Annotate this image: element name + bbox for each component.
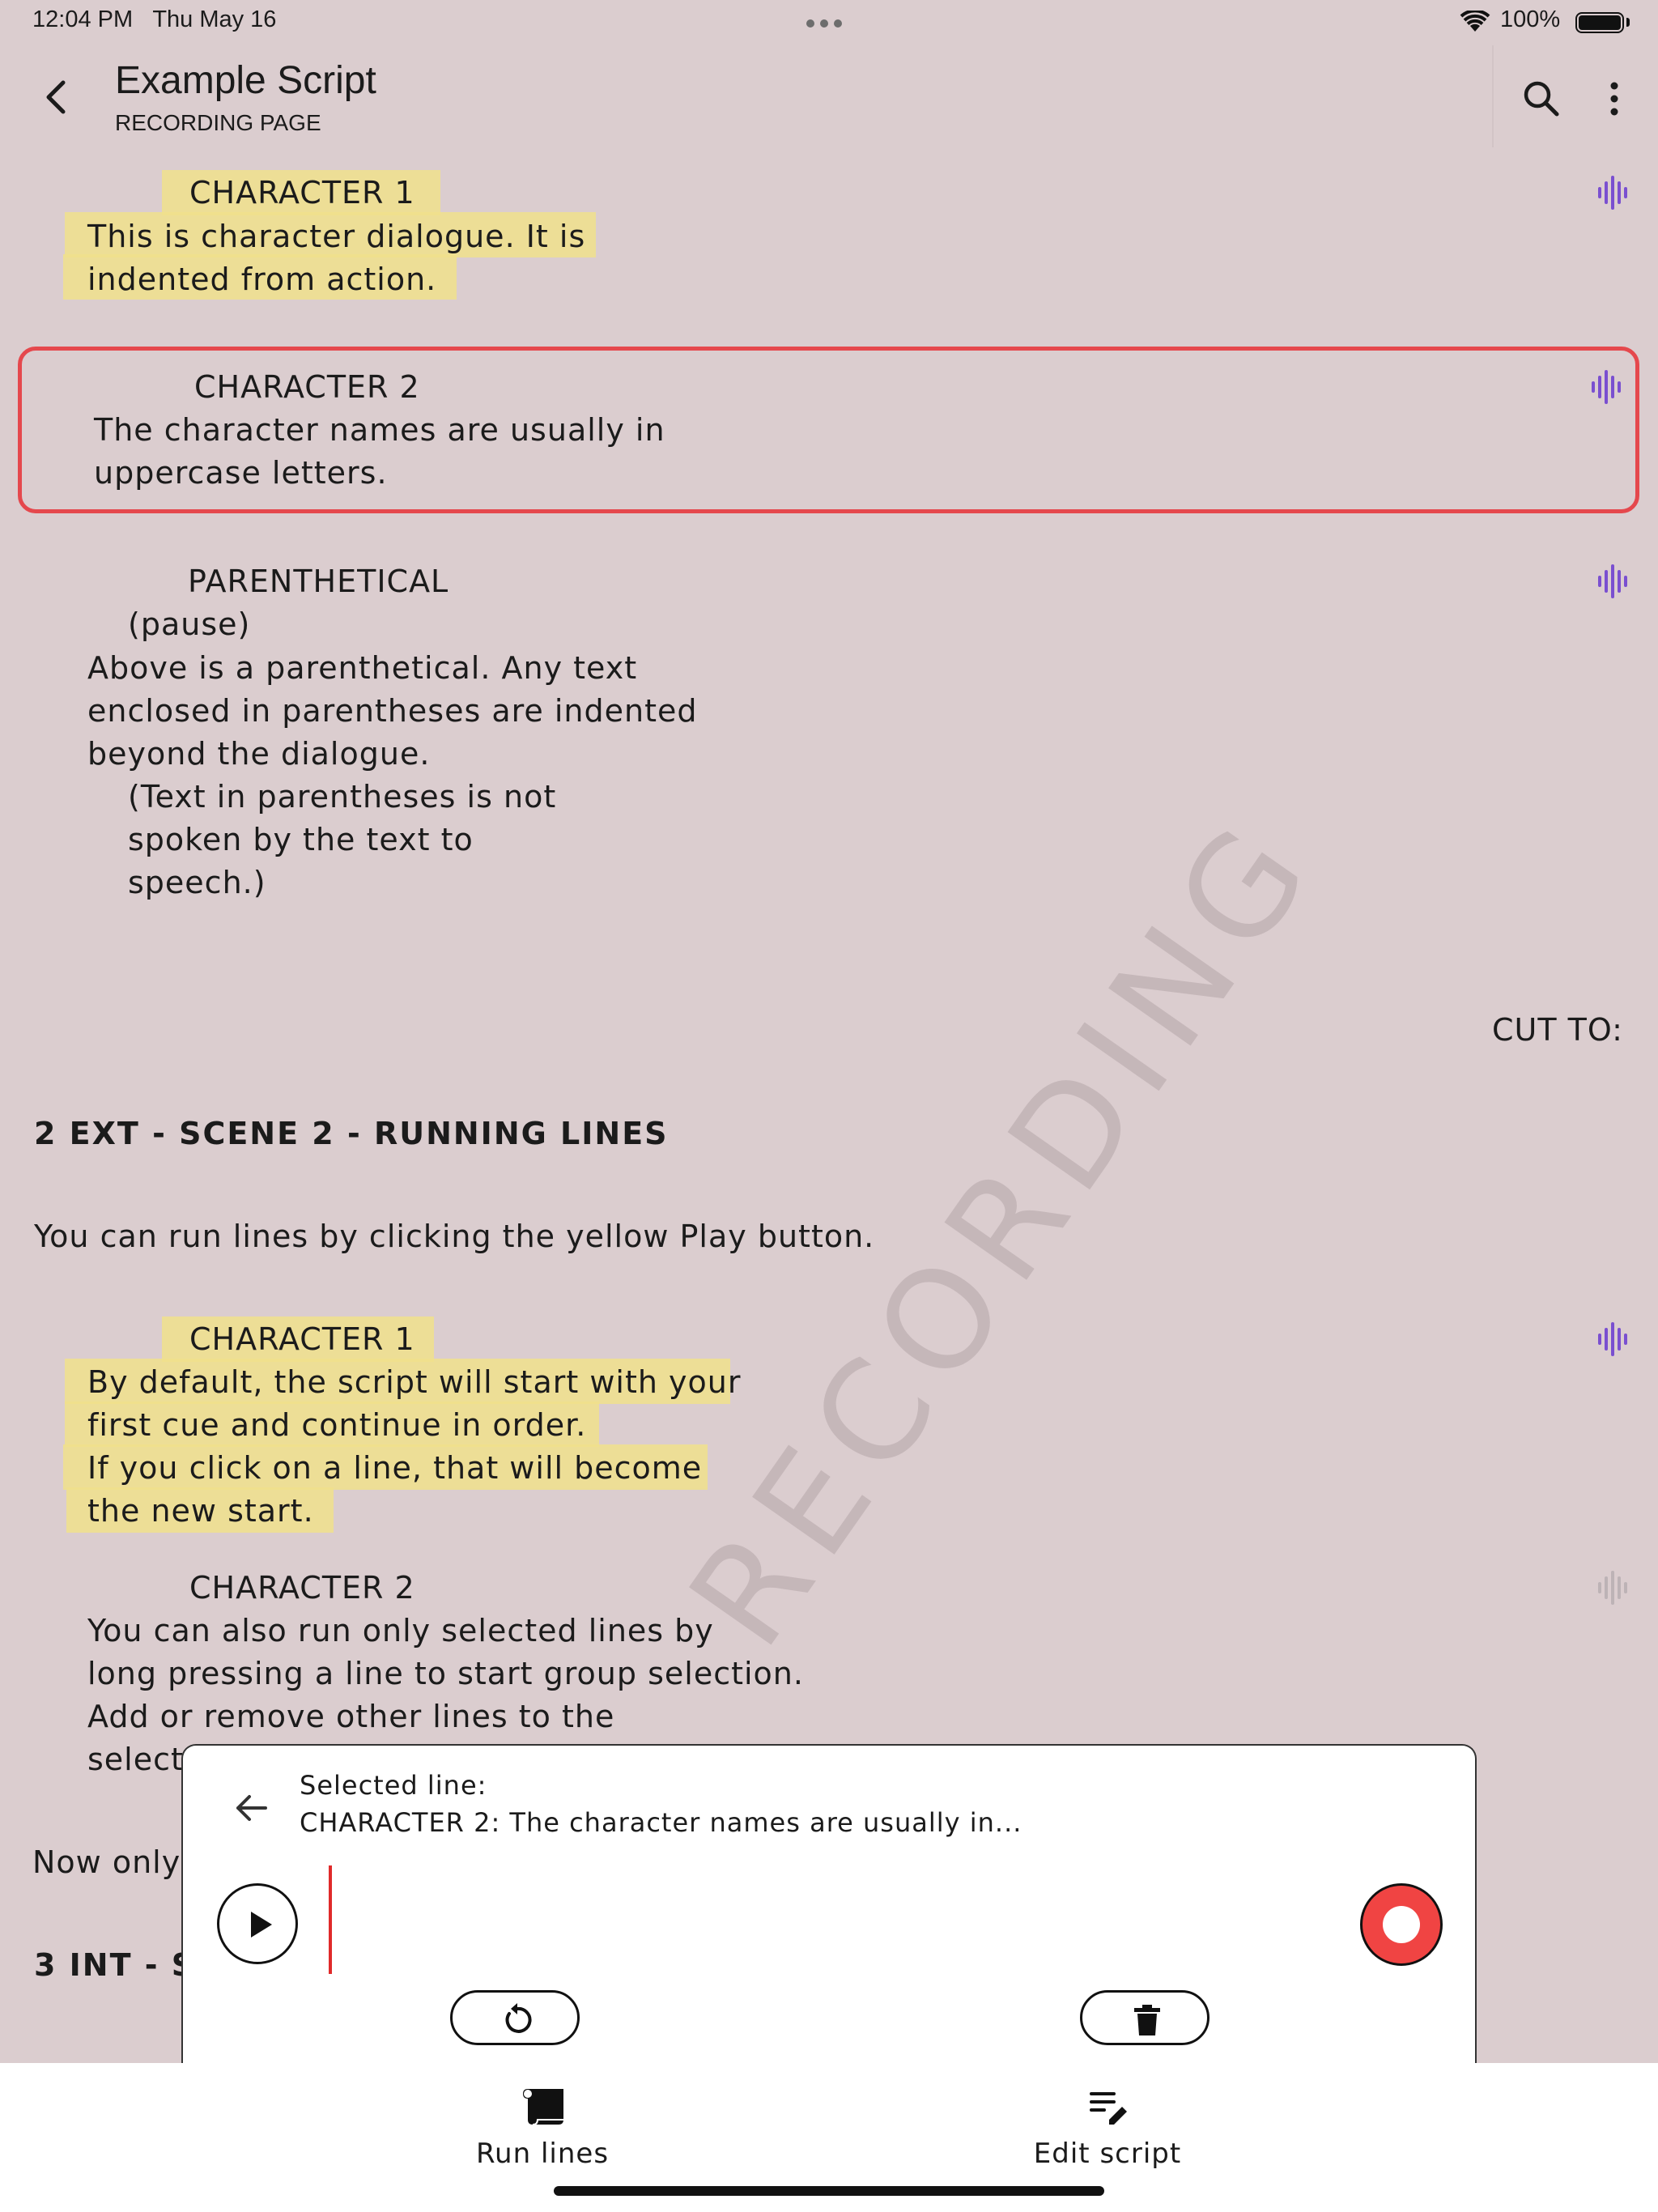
scroll-script-icon xyxy=(523,2089,563,2125)
audio-wave-icon[interactable] xyxy=(1595,175,1630,211)
status-bar: 12:04 PM Thu May 16 100% xyxy=(0,0,1658,45)
trash-icon xyxy=(1134,2005,1160,2035)
scene-heading[interactable]: 2 EXT - SCENE 2 - RUNNING LINES xyxy=(34,1116,669,1151)
character-name: PARENTHETICAL xyxy=(188,564,449,599)
wifi-icon xyxy=(1460,11,1490,32)
parenthetical-line: speech.) xyxy=(128,865,266,900)
selected-line-text: CHARACTER 2: The character names are usu… xyxy=(300,1807,1022,1838)
page-subtitle: RECORDING PAGE xyxy=(115,110,321,135)
dialogue-line: indented from action. xyxy=(87,262,437,297)
home-indicator[interactable] xyxy=(554,2186,1104,2196)
dialogue-line: select xyxy=(87,1742,184,1777)
close-panel-arrow-icon[interactable] xyxy=(232,1788,272,1828)
dialogue-line: This is character dialogue. It is xyxy=(87,219,586,254)
selected-line-label: Selected line: xyxy=(300,1770,487,1801)
battery-icon xyxy=(1575,12,1624,33)
dialogue-line: long pressing a line to start group sele… xyxy=(87,1656,804,1691)
audio-wave-icon[interactable] xyxy=(1595,564,1630,599)
playhead-cursor[interactable] xyxy=(329,1865,332,1974)
app-bar: Example Script RECORDING PAGE xyxy=(0,45,1658,147)
multitasking-dots[interactable] xyxy=(806,19,842,28)
character-name: CHARACTER 2 xyxy=(189,1570,415,1606)
audio-wave-icon[interactable] xyxy=(1588,369,1624,405)
parenthetical-line: spoken by the text to xyxy=(128,822,474,857)
character-name: CHARACTER 2 xyxy=(194,369,420,405)
audio-wave-icon[interactable] xyxy=(1595,1321,1630,1357)
record-icon xyxy=(1383,1906,1420,1943)
edit-note-icon xyxy=(1090,2092,1127,2125)
page-title: Example Script xyxy=(115,59,376,102)
dialogue-line: The character names are usually in xyxy=(94,412,665,448)
dialogue-line: Add or remove other lines to the xyxy=(87,1699,615,1734)
bottom-nav: Run lines Edit script xyxy=(0,2063,1658,2212)
battery-percent: 100% xyxy=(1500,6,1561,32)
play-icon xyxy=(251,1912,272,1938)
nav-run-lines[interactable]: Run lines xyxy=(421,2078,664,2175)
dialogue-line: the new start. xyxy=(87,1493,314,1529)
transition-text: CUT TO: xyxy=(1492,1012,1623,1048)
back-arrow-icon[interactable] xyxy=(32,73,81,121)
record-button[interactable] xyxy=(1360,1883,1443,1966)
action-line[interactable]: You can run lines by clicking the yellow… xyxy=(34,1219,874,1254)
nav-edit-script[interactable]: Edit script xyxy=(986,2078,1229,2175)
action-line[interactable]: Now only xyxy=(32,1844,181,1880)
dialogue-line: enclosed in parentheses are indented xyxy=(87,693,698,729)
character-name: CHARACTER 1 xyxy=(189,175,415,211)
more-vert-icon[interactable] xyxy=(1596,76,1632,121)
dialogue-line: You can also run only selected lines by xyxy=(87,1613,714,1648)
search-icon[interactable] xyxy=(1519,76,1564,121)
redo-recording-button[interactable] xyxy=(450,1990,580,2045)
app-bar-divider xyxy=(1492,45,1494,147)
dialogue-line: first cue and continue in order. xyxy=(87,1407,587,1443)
parenthetical-line: (pause) xyxy=(128,606,251,642)
delete-recording-button[interactable] xyxy=(1080,1990,1209,2045)
dialogue-line: If you click on a line, that will become xyxy=(87,1450,703,1486)
character-name: CHARACTER 1 xyxy=(189,1321,415,1357)
replay-icon xyxy=(505,2003,532,2033)
battery-nub xyxy=(1626,18,1630,27)
nav-edit-script-label: Edit script xyxy=(1033,2138,1182,2170)
status-time: 12:04 PM Thu May 16 xyxy=(32,6,277,32)
audio-wave-icon-disabled[interactable] xyxy=(1595,1570,1630,1606)
dialogue-line: uppercase letters. xyxy=(94,455,388,491)
recording-panel: Selected line: CHARACTER 2: The characte… xyxy=(181,1744,1477,2063)
dialogue-line: By default, the script will start with y… xyxy=(87,1364,742,1400)
dialogue-line: Above is a parenthetical. Any text xyxy=(87,650,638,686)
nav-run-lines-label: Run lines xyxy=(475,2138,610,2170)
play-button[interactable] xyxy=(217,1883,298,1964)
dialogue-line: beyond the dialogue. xyxy=(87,736,431,772)
parenthetical-line: (Text in parentheses is not xyxy=(128,779,557,815)
